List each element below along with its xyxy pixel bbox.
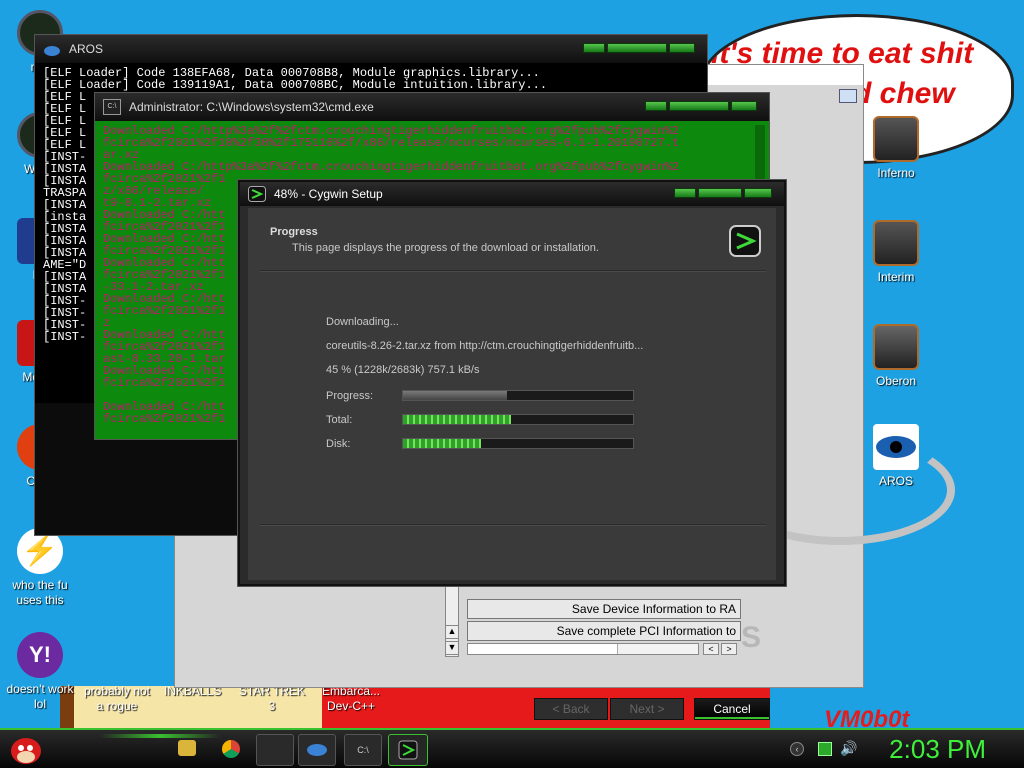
yahoo-messenger-icon: Y! [17,632,63,678]
progress-bar [402,390,634,401]
save-device-info-button[interactable]: Save Device Information to RA [467,599,741,619]
scroll-right-icon[interactable]: > [721,643,737,655]
taskbar: C:\ ‹ 🔊 2:03 PM [0,728,1024,768]
window-title: Administrator: C:\Windows\system32\cmd.e… [129,100,374,114]
cygwin-logo-icon [728,224,762,258]
restore-icon[interactable] [839,89,857,103]
interim-icon [873,220,919,266]
minimize-button[interactable] [583,43,605,53]
window-title: 48% - Cygwin Setup [274,187,383,201]
volume-icon[interactable]: 🔊 [840,740,857,757]
cancel-button[interactable]: Cancel [694,698,770,720]
bubble-line: d chew [853,77,955,110]
maximize-button[interactable] [607,43,667,53]
total-label: Total: [326,414,353,426]
desktop-icon-label: who the fu uses this [12,578,68,607]
divider [260,270,766,272]
network-icon[interactable] [818,742,832,756]
clock[interactable]: 2:03 PM [889,734,986,765]
desktop-icon[interactable]: Oberon [856,324,936,389]
desktop-icon-label[interactable]: probably not a rogue [82,684,152,714]
close-button[interactable] [669,43,695,53]
horizontal-scrollbar[interactable] [467,643,699,655]
window-title: AROS [69,42,104,56]
tray-arrow-icon[interactable]: ‹ [790,742,804,756]
transfer-stats-text: 45 % (1228k/2683k) 757.1 kB/s [326,364,480,376]
taskbar-item-cmd[interactable]: C:\ [344,734,382,766]
current-file-text: coreutils-8.26-2.tar.xz from http://ctm.… [326,340,644,352]
taskbar-item-aros[interactable] [298,734,336,766]
close-button[interactable] [744,188,772,198]
desktop-icon-label[interactable]: STAR TREK 3 [236,684,308,714]
minimize-button[interactable] [674,188,696,198]
inferno-icon [873,116,919,162]
desktop-icon[interactable]: ⚡ who the fu uses this [0,528,82,608]
close-button[interactable] [731,101,757,111]
cygwin-setup-dialog[interactable]: 48% - Cygwin Setup Progress This page di… [238,180,786,720]
divider [260,524,766,526]
scroll-left-icon[interactable]: < [703,643,719,655]
desktop-icon[interactable]: Inferno [856,116,936,181]
folder-icon[interactable] [178,740,196,756]
scroll-down-icon[interactable]: ▼ [445,641,459,655]
next-button[interactable]: Next > [610,698,684,720]
desktop-icon-label[interactable]: Embarca... Dev-C++ [318,684,384,714]
progress-label: Progress: [326,390,374,402]
taskbar-item-inferno[interactable] [256,734,294,766]
desktop-icon[interactable]: Interim [856,220,936,285]
disk-progress-bar [402,438,634,449]
desktop-icon-label: Inferno [877,166,915,180]
minimize-button[interactable] [645,101,667,111]
aros-icon [43,41,61,57]
chrome-icon[interactable] [222,740,240,758]
page-heading: Progress [270,226,318,238]
start-button[interactable] [8,732,44,766]
desktop-icon-label: doesn't work lol [6,682,74,711]
scroll-up-icon[interactable]: ▲ [445,625,459,639]
maximize-button[interactable] [669,101,729,111]
taskbar-item-cygwin[interactable] [388,734,428,766]
disk-label: Disk: [326,438,351,450]
save-pci-info-button[interactable]: Save complete PCI Information to [467,621,741,641]
total-progress-bar [402,414,634,425]
back-button[interactable]: < Back [534,698,608,720]
cygwin-icon [248,186,266,202]
desktop-icon[interactable]: Y! doesn't work lol [0,632,80,712]
page-subheading: This page displays the progress of the d… [292,242,599,254]
desktop-icon-label: Interim [877,270,915,284]
desktop-icon-label: Oberon [875,374,917,388]
status-text: Downloading... [326,316,399,328]
cmd-icon: C:\ [103,99,121,115]
oberon-icon [873,324,919,370]
maximize-button[interactable] [698,188,742,198]
